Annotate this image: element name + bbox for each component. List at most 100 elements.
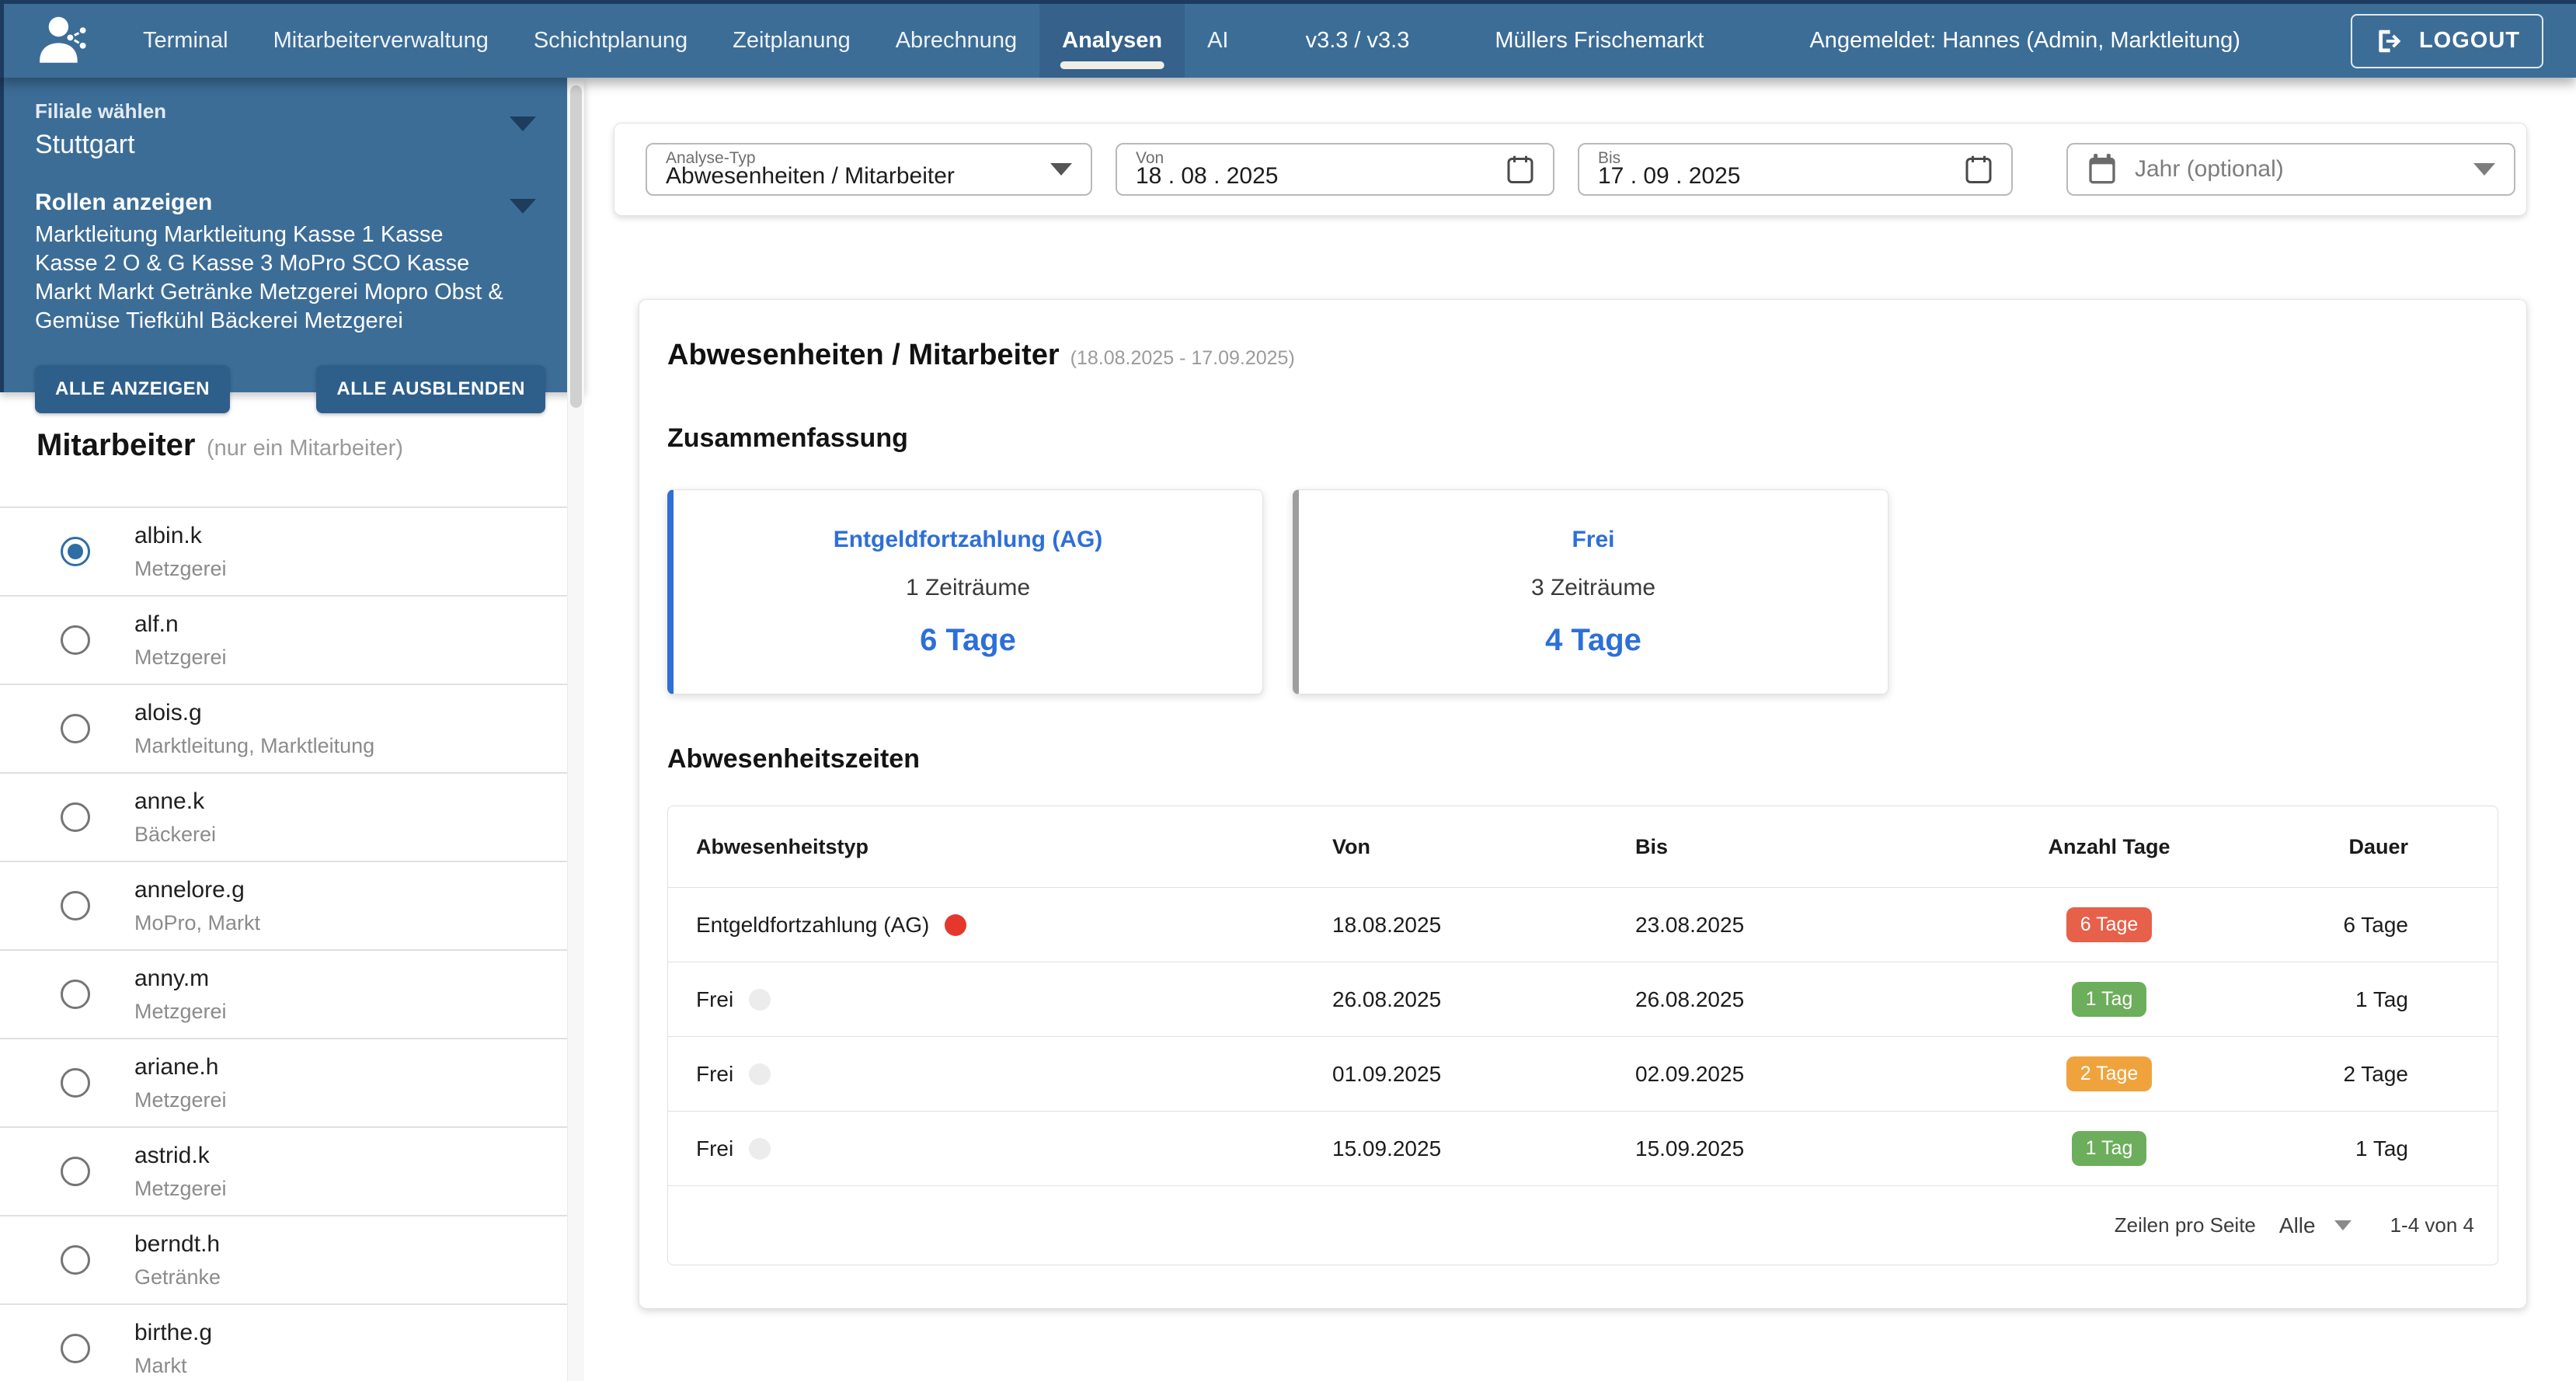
radio-button[interactable]	[61, 1157, 90, 1186]
status-badge: 6 Tage	[2066, 907, 2153, 942]
jahr-select[interactable]: Jahr (optional)	[2066, 143, 2515, 196]
summary-card-title: Frei	[1572, 526, 1615, 552]
employee-texts: berndt.h Getränke	[134, 1231, 221, 1289]
list-item[interactable]: berndt.h Getränke	[0, 1215, 584, 1303]
employee-texts: anne.k Bäckerei	[134, 788, 216, 847]
list-item[interactable]: astrid.k Metzgerei	[0, 1126, 584, 1215]
rollen-select[interactable]: Rollen anzeigen Marktleitung Marktleitun…	[35, 190, 545, 336]
column-header: Anzahl Tage	[2048, 834, 2170, 858]
hide-all-button[interactable]: ALLE AUSBLENDEN	[316, 365, 545, 413]
list-item[interactable]: anny.m Metzgerei	[0, 949, 584, 1038]
employee-role: Metzgerei	[134, 556, 227, 580]
anzahl-tage-cell: 1 Tag	[1907, 982, 2311, 1017]
list-item[interactable]: birthe.g Markt	[0, 1303, 584, 1392]
pagination-range: 1-4 von 4	[2390, 1213, 2474, 1237]
nav-tab-label: Zeitplanung	[733, 28, 851, 53]
bis-label: Bis	[1598, 149, 1621, 167]
list-item[interactable]: alf.n Metzgerei	[0, 595, 584, 684]
employee-role: Getränke	[134, 1265, 221, 1289]
summary-card-periods: 3 Zeiträume	[1530, 574, 1656, 600]
absence-color-dot	[945, 914, 967, 936]
employee-list: albin.k Metzgerei alf.n Metzgerei alois.…	[0, 506, 584, 1392]
main-content: Analyse-Typ Abwesenheiten / Mitarbeiter …	[584, 78, 2576, 1381]
nav-tab[interactable]: Abrechnung	[873, 4, 1039, 78]
von-cell: 26.08.2025	[1332, 987, 1442, 1011]
nav-tab[interactable]: Schichtplanung	[511, 4, 710, 78]
nav-tab[interactable]: Analysen	[1039, 4, 1185, 78]
page-title: Abwesenheiten / Mitarbeiter	[667, 339, 1060, 371]
von-date-field[interactable]: Von 18 . 08 . 2025	[1116, 143, 1554, 196]
table-body: Entgeldfortzahlung (AG) 18.08.2025 23.08…	[668, 887, 2498, 1185]
calendar-icon[interactable]	[1506, 154, 1534, 185]
anzahl-tage-cell: 1 Tag	[1907, 1131, 2311, 1166]
absence-type-cell: Entgeldfortzahlung (AG)	[668, 913, 1332, 938]
radio-button[interactable]	[61, 625, 90, 655]
radio-button[interactable]	[61, 980, 90, 1009]
jahr-placeholder: Jahr (optional)	[2135, 156, 2284, 182]
show-all-button[interactable]: ALLE ANZEIGEN	[35, 365, 230, 413]
column-header: Bis	[1635, 834, 1669, 858]
rows-per-page-select[interactable]: Alle	[2279, 1213, 2351, 1238]
employee-name: alf.n	[134, 611, 179, 637]
dauer-cell: 2 Tage	[2343, 1061, 2408, 1086]
bis-cell: 02.09.2025	[1635, 1061, 1745, 1086]
logout-button[interactable]: LOGOUT	[2350, 13, 2543, 68]
employee-name: annelore.g	[134, 876, 245, 903]
radio-button[interactable]	[61, 1334, 90, 1363]
store-name: Müllers Frischemarkt	[1495, 28, 1704, 53]
list-item[interactable]: ariane.h Metzgerei	[0, 1038, 584, 1126]
logout-icon	[2379, 30, 2401, 52]
employee-texts: alois.g Marktleitung, Marktleitung	[134, 700, 374, 758]
summary-card: Entgeldfortzahlung (AG) 1 Zeiträume 6 Ta…	[667, 489, 1263, 694]
absence-color-dot	[749, 1063, 771, 1085]
filiale-select[interactable]: Filiale wählen Stuttgart	[35, 99, 545, 160]
absence-type-cell: Frei	[668, 1062, 1332, 1087]
list-item[interactable]: albin.k Metzgerei	[0, 506, 584, 595]
user-avatar-icon[interactable]	[4, 4, 120, 78]
scrollbar-thumb[interactable]	[570, 85, 582, 408]
mitarbeiter-hint: (nur ein Mitarbeiter)	[206, 436, 403, 461]
radio-button[interactable]	[61, 714, 90, 743]
nav-tab[interactable]: Mitarbeiterverwaltung	[251, 4, 511, 78]
analyse-typ-select[interactable]: Analyse-Typ Abwesenheiten / Mitarbeiter	[646, 143, 1092, 196]
chevron-down-icon[interactable]	[510, 199, 536, 214]
calendar-icon[interactable]	[1965, 154, 1993, 185]
radio-button[interactable]	[61, 1068, 90, 1098]
chevron-down-icon	[2473, 163, 2495, 176]
nav-tab[interactable]: AI	[1185, 4, 1251, 78]
nav-tab[interactable]: Terminal	[120, 4, 251, 78]
calendar-icon	[2087, 152, 2118, 186]
nav-tab[interactable]: Zeitplanung	[710, 4, 873, 78]
nav-tab-label: Terminal	[143, 28, 228, 53]
list-item[interactable]: anne.k Bäckerei	[0, 772, 584, 861]
analyse-typ-label: Analyse-Typ	[666, 149, 756, 167]
sidebar-filter-panel: Filiale wählen Stuttgart Rollen anzeigen…	[0, 78, 584, 413]
von-cell: 01.09.2025	[1332, 1061, 1442, 1086]
radio-button[interactable]	[61, 1245, 90, 1275]
mitarbeiter-title: Mitarbeiter	[37, 428, 196, 462]
summary-cards: Entgeldfortzahlung (AG) 1 Zeiträume 6 Ta…	[667, 489, 2498, 694]
table-header: Abwesenheitstyp Von Bis Anzahl Tage Daue…	[668, 806, 2498, 887]
employee-name: astrid.k	[134, 1142, 210, 1168]
summary-card-days: 6 Tage	[920, 622, 1016, 657]
rows-per-page-value: Alle	[2278, 1213, 2316, 1237]
employee-texts: ariane.h Metzgerei	[134, 1054, 227, 1112]
employee-texts: birthe.g Markt	[134, 1320, 212, 1378]
summary-title: Zusammenfassung	[667, 423, 908, 453]
chevron-down-icon[interactable]	[510, 117, 536, 131]
radio-button[interactable]	[61, 891, 90, 920]
radio-button[interactable]	[61, 537, 90, 566]
absence-type-label: Frei	[696, 987, 734, 1011]
dauer-cell: 1 Tag	[2355, 1136, 2408, 1161]
list-item[interactable]: annelore.g MoPro, Markt	[0, 861, 584, 949]
logout-label: LOGOUT	[2418, 28, 2520, 53]
list-item[interactable]: alois.g Marktleitung, Marktleitung	[0, 684, 584, 772]
sidebar-scrollbar[interactable]	[567, 78, 584, 1381]
absence-color-dot	[749, 1137, 771, 1160]
nav-tab-label: AI	[1207, 28, 1229, 53]
summary-card: Frei 3 Zeiträume 4 Tage	[1293, 489, 1888, 694]
bis-date-field[interactable]: Bis 17 . 09 . 2025	[1578, 143, 2013, 196]
absence-type-label: Frei	[696, 1061, 734, 1086]
radio-button[interactable]	[61, 802, 90, 832]
rollen-value: Marktleitung Marktleitung Kasse 1 Kasse …	[35, 222, 503, 333]
